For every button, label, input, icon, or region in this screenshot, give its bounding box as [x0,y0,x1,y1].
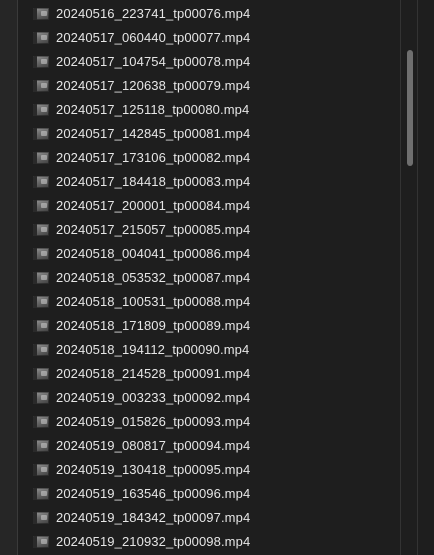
file-row[interactable]: 20240517_125118_tp00080.mp4 [18,98,400,122]
video-thumbnail-icon [33,224,49,236]
file-name: 20240517_142845_tp00081.mp4 [56,126,251,141]
file-row[interactable]: 20240519_130418_tp00095.mp4 [18,458,400,482]
file-name: 20240519_080817_tp00094.mp4 [56,438,251,453]
file-row[interactable]: 20240519_163546_tp00096.mp4 [18,482,400,506]
video-thumbnail-icon [33,392,49,404]
file-row[interactable]: 20240517_104754_tp00078.mp4 [18,50,400,74]
file-name: 20240518_171809_tp00089.mp4 [56,318,251,333]
file-list: 20240516_223741_tp00076.mp4 20240517_0604… [18,0,400,555]
file-name: 20240517_184418_tp00083.mp4 [56,174,251,189]
file-name: 20240518_053532_tp00087.mp4 [56,270,251,285]
file-row[interactable]: 20240518_053532_tp00087.mp4 [18,266,400,290]
file-row[interactable]: 20240517_173106_tp00082.mp4 [18,146,400,170]
video-thumbnail-icon [33,200,49,212]
video-thumbnail-icon [33,320,49,332]
file-row[interactable]: 20240517_200001_tp00084.mp4 [18,194,400,218]
file-row[interactable]: 20240517_060440_tp00077.mp4 [18,26,400,50]
file-row[interactable]: 20240519_003233_tp00092.mp4 [18,386,400,410]
file-name: 20240518_194112_tp00090.mp4 [56,342,250,357]
adjacent-pane-edge [418,0,434,555]
file-name: 20240518_100531_tp00088.mp4 [56,294,251,309]
finder-window: 20240516_223741_tp00076.mp4 20240517_0604… [0,0,434,555]
video-thumbnail-icon [33,440,49,452]
file-row[interactable]: 20240517_120638_tp00079.mp4 [18,74,400,98]
file-name: 20240516_223741_tp00076.mp4 [56,6,251,21]
file-row[interactable]: 20240517_184418_tp00083.mp4 [18,170,400,194]
video-thumbnail-icon [33,512,49,524]
video-thumbnail-icon [33,80,49,92]
file-row[interactable]: 20240517_142845_tp00081.mp4 [18,122,400,146]
file-name: 20240517_104754_tp00078.mp4 [56,54,251,69]
file-row[interactable]: 20240517_215057_tp00085.mp4 [18,218,400,242]
video-thumbnail-icon [33,488,49,500]
video-thumbnail-icon [33,248,49,260]
video-thumbnail-icon [33,152,49,164]
file-row[interactable]: 20240518_004041_tp00086.mp4 [18,242,400,266]
file-row[interactable]: 20240519_210932_tp00098.mp4 [18,530,400,554]
video-thumbnail-icon [33,296,49,308]
file-name: 20240517_215057_tp00085.mp4 [56,222,251,237]
file-name: 20240518_004041_tp00086.mp4 [56,246,251,261]
video-thumbnail-icon [33,176,49,188]
file-name: 20240519_003233_tp00092.mp4 [56,390,251,405]
file-name: 20240517_173106_tp00082.mp4 [56,150,251,165]
video-thumbnail-icon [33,272,49,284]
file-name: 20240517_125118_tp00080.mp4 [56,102,250,117]
file-name: 20240519_163546_tp00096.mp4 [56,486,251,501]
video-thumbnail-icon [33,464,49,476]
file-row[interactable]: 20240518_214528_tp00091.mp4 [18,362,400,386]
video-thumbnail-icon [33,104,49,116]
file-name: 20240518_214528_tp00091.mp4 [56,366,251,381]
video-thumbnail-icon [33,128,49,140]
video-thumbnail-icon [33,416,49,428]
video-thumbnail-icon [33,344,49,356]
file-row[interactable]: 20240519_080817_tp00094.mp4 [18,434,400,458]
file-row[interactable]: 20240516_223741_tp00076.mp4 [18,2,400,26]
file-name: 20240519_184342_tp00097.mp4 [56,510,251,525]
sidebar-edge [0,0,17,555]
file-name: 20240519_130418_tp00095.mp4 [56,462,251,477]
video-thumbnail-icon [33,536,49,548]
scrollbar-thumb[interactable] [407,50,413,166]
video-thumbnail-icon [33,56,49,68]
file-row[interactable]: 20240519_184342_tp00097.mp4 [18,506,400,530]
video-thumbnail-icon [33,32,49,44]
file-name: 20240519_015826_tp00093.mp4 [56,414,251,429]
file-name: 20240517_060440_tp00077.mp4 [56,30,251,45]
file-row[interactable]: 20240518_171809_tp00089.mp4 [18,314,400,338]
file-name: 20240517_200001_tp00084.mp4 [56,198,251,213]
video-thumbnail-icon [33,8,49,20]
file-name: 20240517_120638_tp00079.mp4 [56,78,251,93]
file-name: 20240519_210932_tp00098.mp4 [56,534,251,549]
file-row[interactable]: 20240518_100531_tp00088.mp4 [18,290,400,314]
vertical-scrollbar[interactable] [400,0,418,555]
file-row[interactable]: 20240519_015826_tp00093.mp4 [18,410,400,434]
file-row[interactable]: 20240518_194112_tp00090.mp4 [18,338,400,362]
video-thumbnail-icon [33,368,49,380]
